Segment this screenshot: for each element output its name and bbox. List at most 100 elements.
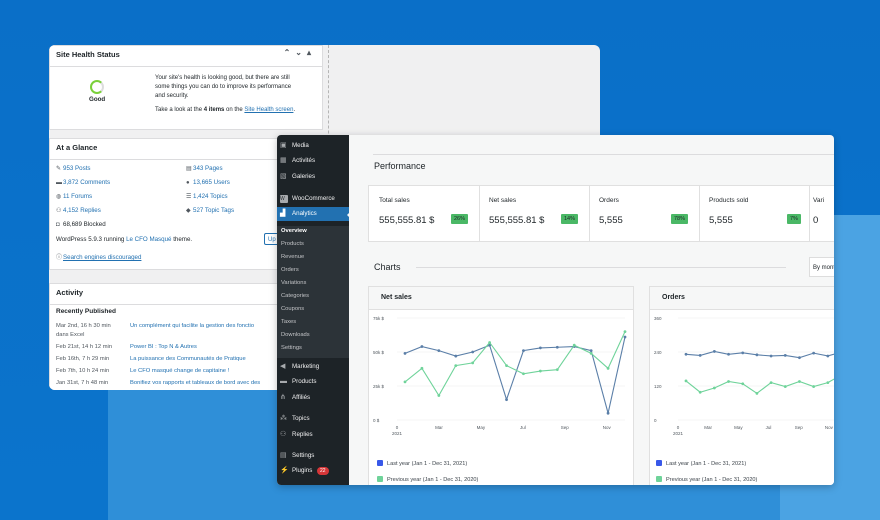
pin-icon: ✎ <box>56 166 62 172</box>
sidebar-item-media[interactable]: ▣ Media <box>277 139 349 153</box>
submenu-revenue[interactable]: Revenue <box>277 254 349 260</box>
list-item: Feb 21st, 14 h 12 min Power BI : Top N & … <box>56 344 197 350</box>
y-tick-label: 240 <box>654 350 662 355</box>
card-total-sales[interactable]: Total sales 555,555.81 $ 26% <box>369 186 480 241</box>
charts-title: Charts <box>374 262 401 272</box>
glance-forums[interactable]: ◍ 11 Forums <box>56 193 92 200</box>
sidebar-item-label: Settings <box>292 452 315 459</box>
y-tick-label: 0 $ <box>373 418 380 423</box>
site-health-link[interactable]: Site Health screen <box>244 107 293 113</box>
glance-users[interactable]: ● 13,665 Users <box>186 179 230 186</box>
x-tick-label: 2021 <box>673 431 684 436</box>
submenu-variations[interactable]: Variations <box>277 280 349 286</box>
glance-topic-tags[interactable]: ◆ 527 Topic Tags <box>186 207 234 214</box>
divider <box>373 154 834 155</box>
data-point <box>826 354 830 358</box>
sidebar-item-woocommerce[interactable]: W WooCommerce <box>277 192 349 206</box>
sidebar-item-label: Topics <box>292 415 310 422</box>
y-tick-label: 120 <box>654 384 662 389</box>
submenu-settings[interactable]: Settings <box>277 345 349 351</box>
data-point <box>589 351 593 355</box>
data-point <box>522 349 525 353</box>
submenu-categories[interactable]: Categories <box>277 293 349 299</box>
series-line <box>685 378 834 395</box>
sidebar-item-affilies[interactable]: ⋔ Affiliés <box>277 391 349 405</box>
glance-comments[interactable]: ▬3,872 Comments <box>56 179 110 186</box>
glance-users-label: 13,665 Users <box>193 179 230 186</box>
wp-version-line: WordPress 5.9.3 running Le CFO Masqué th… <box>56 236 192 243</box>
submenu-orders[interactable]: Orders <box>277 267 349 273</box>
y-tick-label: 360 <box>654 316 662 321</box>
legend-previous-year[interactable]: Previous year (Jan 1 - Dec 31, 2020) <box>377 476 478 483</box>
health-items-line: Take a look at the 4 items on the Site H… <box>155 106 325 115</box>
delta-badge: 26% <box>451 214 469 224</box>
widget-controls[interactable]: ⌃⌄▴ <box>284 48 316 57</box>
search-engines-label: Search engines discouraged <box>63 254 142 261</box>
search-engines-link[interactable]: ⓘSearch engines discouraged <box>56 252 141 261</box>
card-net-sales[interactable]: Net sales 555,555.81 $ 14% <box>479 186 590 241</box>
y-tick-label: 25k $ <box>373 384 385 389</box>
card-variations[interactable]: Vari 0 <box>809 186 834 241</box>
card-orders[interactable]: Orders 5,555 78% <box>589 186 700 241</box>
legend-last-year[interactable]: Last year (Jan 1 - Dec 31, 2021) <box>377 460 467 467</box>
data-point <box>755 391 759 395</box>
topics-icon: ☰ <box>186 194 192 200</box>
data-point <box>538 346 542 350</box>
interval-select[interactable]: By mont <box>809 257 834 277</box>
activity-post-link[interactable]: Power BI : Top N & Autres <box>130 344 197 350</box>
activity-date: Mar 2nd, 16 h 30 min <box>56 323 111 329</box>
widget-title: At a Glance <box>56 143 98 152</box>
submenu-taxes[interactable]: Taxes <box>277 319 349 325</box>
topics-icon: ⁂ <box>280 415 287 422</box>
sidebar-item-activites[interactable]: ▦ Activités <box>277 154 349 168</box>
submenu-downloads[interactable]: Downloads <box>277 332 349 338</box>
activity-post-link[interactable]: Un complément qui facilite la gestion de… <box>130 323 254 329</box>
glance-posts-label: 953 Posts <box>63 165 91 172</box>
replies-icon: ⚇ <box>280 431 287 438</box>
activity-post-link[interactable]: Le CFO masqué change de capitaine ! <box>130 368 229 374</box>
list-item: Jan 31st, 7 h 48 min Bonifiez vos rapport… <box>56 380 260 386</box>
card-label: Orders <box>599 197 619 204</box>
data-point <box>698 390 702 394</box>
sidebar-item-marketing[interactable]: ◀ Marketing <box>277 360 349 374</box>
media-icon: ▣ <box>280 142 287 149</box>
data-point <box>420 345 424 348</box>
glance-pages[interactable]: ▤343 Pages <box>186 165 223 172</box>
checkbox-icon <box>656 476 662 482</box>
legend-previous-year[interactable]: Previous year (Jan 1 - Dec 31, 2020) <box>656 476 757 483</box>
sidebar-item-galeries[interactable]: ▧ Galeries <box>277 170 349 184</box>
card-products-sold[interactable]: Products sold 5,555 7% <box>699 186 810 241</box>
submenu-overview[interactable]: Overview <box>277 228 349 234</box>
glance-posts[interactable]: ✎ 953 Posts <box>56 165 91 172</box>
delta-badge: 14% <box>561 214 579 224</box>
activity-date: Jan 31st, 7 h 48 min <box>56 380 109 386</box>
legend-last-year[interactable]: Last year (Jan 1 - Dec 31, 2021) <box>656 460 746 467</box>
activity-date: Feb 7th, 10 h 24 min <box>56 368 110 374</box>
sidebar-item-settings[interactable]: ▤ Settings <box>277 449 349 463</box>
glance-replies-label: 4,152 Replies <box>63 207 101 214</box>
activity-post-link[interactable]: La puissance des Communautés de Pratique <box>130 356 246 362</box>
theme-link[interactable]: Le CFO Masqué <box>126 236 171 243</box>
activity-post-link-cont[interactable]: dans Excel <box>56 332 130 338</box>
glance-topics[interactable]: ☰ 1,424 Topics <box>186 193 228 200</box>
sidebar-item-label: Activités <box>292 157 316 164</box>
sidebar-item-products[interactable]: ▬ Products <box>277 375 349 389</box>
legend-label: Previous year (Jan 1 - Dec 31, 2020) <box>666 477 758 483</box>
data-point <box>769 381 773 384</box>
x-tick-label: 0 <box>677 425 680 430</box>
widget-header: Site Health Status ⌃⌄▴ <box>50 46 322 67</box>
data-point <box>712 350 716 353</box>
sidebar-item-analytics[interactable]: ▟ Analytics <box>277 207 349 221</box>
data-point <box>826 381 830 384</box>
sidebar-item-plugins[interactable]: ⚡ Plugins 22 <box>277 464 349 478</box>
tag-icon: ◆ <box>186 208 191 214</box>
glance-replies[interactable]: ⚇ 4,152 Replies <box>56 207 101 214</box>
sidebar-item-replies[interactable]: ⚇ Replies <box>277 428 349 442</box>
activity-post-link[interactable]: Bonifiez vos rapports et tableaux de bor… <box>130 380 260 386</box>
submenu-coupons[interactable]: Coupons <box>277 306 349 312</box>
health-indicator-icon <box>90 80 104 94</box>
sidebar-item-topics[interactable]: ⁂ Topics <box>277 412 349 426</box>
sidebar-item-label: Plugins <box>292 467 313 474</box>
chart-title: Net sales <box>369 287 633 310</box>
submenu-products[interactable]: Products <box>277 241 349 247</box>
